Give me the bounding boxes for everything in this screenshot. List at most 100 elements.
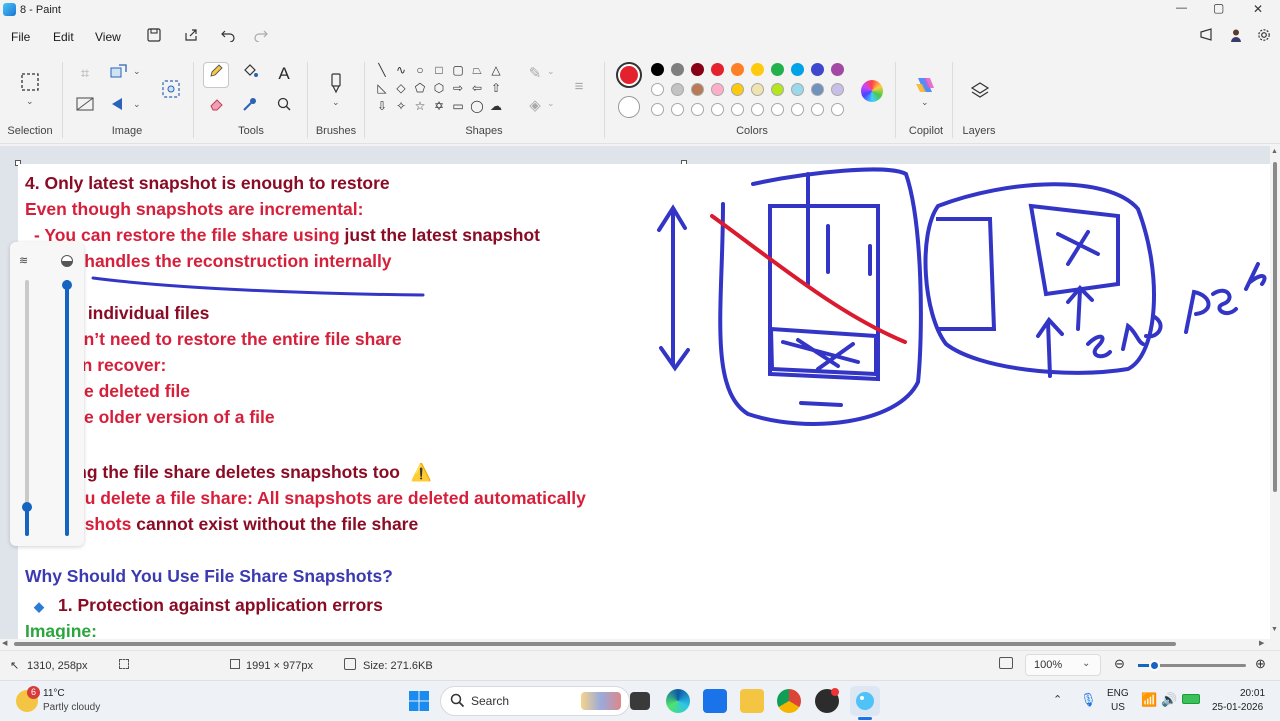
flip-icon[interactable] [108,96,130,118]
edit-colors-wheel-icon[interactable] [861,80,883,102]
color-swatch[interactable] [791,83,804,96]
selection-dropdown-chevron-icon[interactable]: ⌄ [26,96,34,107]
opacity-slider[interactable] [62,280,72,536]
start-windows-icon[interactable] [407,689,431,713]
zoom-slider-thumb[interactable] [1149,660,1160,671]
edge-browser-icon[interactable] [666,689,690,713]
task-view-icon[interactable] [630,692,650,710]
menu-file[interactable]: File [11,30,30,44]
color-swatch[interactable] [831,63,844,76]
callout-oval-shape-icon[interactable]: ◯ [469,98,485,114]
share-icon[interactable] [182,28,200,46]
battery-icon[interactable] [1182,694,1200,704]
maximize-button[interactable]: ▢ [1213,1,1224,15]
layers-icon[interactable] [969,80,991,102]
color-swatch[interactable] [751,63,764,76]
up-arrow-shape-icon[interactable]: ⇧ [488,80,504,96]
down-arrow-shape-icon[interactable]: ⇩ [374,98,390,114]
crop-icon[interactable]: ⌗ [74,63,96,85]
color-swatch[interactable] [731,83,744,96]
minimize-button[interactable]: — [1176,2,1187,14]
color-swatch[interactable] [751,83,764,96]
save-icon[interactable] [145,28,163,46]
drawing-canvas[interactable]: 4. Only latest snapshot is enough to res… [18,164,1270,643]
custom-color-slot[interactable] [731,103,744,116]
chrome-browser-icon[interactable] [777,689,801,713]
eraser-icon[interactable] [206,96,228,118]
rounded-rectangle-shape-icon[interactable]: ▢ [450,62,466,78]
diamond-shape-icon[interactable]: ◇ [393,80,409,96]
brush-icon[interactable] [325,72,347,94]
vertical-scrollbar[interactable]: ▲ ▼ [1270,146,1280,643]
color-swatch[interactable] [691,83,704,96]
wifi-icon[interactable]: 📶 [1141,692,1157,708]
color-swatch[interactable] [811,83,824,96]
file-explorer-icon[interactable] [740,689,764,713]
pentagon-shape-icon[interactable]: ⬠ [412,80,428,96]
scroll-left-arrow-icon[interactable]: ◀ [2,639,7,647]
hexagon-shape-icon[interactable]: ⬡ [431,80,447,96]
undo-icon[interactable] [219,28,237,46]
microphone-icon[interactable]: 🎙 [1080,692,1097,708]
five-point-star-shape-icon[interactable]: ☆ [412,98,428,114]
custom-color-slot[interactable] [691,103,704,116]
fill-dropdown-chevron-icon[interactable]: ⌄ [547,98,555,109]
pencil-icon[interactable] [203,62,229,88]
paint-taskbar-icon[interactable] [850,686,880,716]
rotate-dropdown-chevron-icon[interactable]: ⌄ [133,66,141,77]
microsoft-store-icon[interactable] [703,689,727,713]
brushes-dropdown-chevron-icon[interactable]: ⌄ [332,97,340,108]
magnifier-icon[interactable] [273,96,295,118]
clock-time[interactable]: 20:01 [1240,688,1265,699]
show-hidden-icons-chevron-icon[interactable]: ⌃ [1053,693,1062,706]
settings-gear-icon[interactable] [1255,28,1273,46]
resize-icon[interactable] [108,63,130,85]
taskbar-search[interactable]: Search [440,686,630,716]
oval-shape-icon[interactable]: ○ [412,62,428,78]
volume-icon[interactable]: 🔊 [1161,692,1177,708]
color-swatch[interactable] [771,83,784,96]
color-swatch[interactable] [831,83,844,96]
zoom-slider[interactable] [1138,660,1246,671]
fill-icon[interactable]: ◈ [524,95,546,117]
callout-rect-shape-icon[interactable]: ▭ [450,98,466,114]
fit-to-window-icon[interactable] [999,657,1013,669]
scroll-up-arrow-icon[interactable]: ▲ [1271,148,1278,155]
color-swatch[interactable] [691,63,704,76]
feedback-icon[interactable] [1198,28,1216,46]
text-tool-icon[interactable]: A [273,63,295,85]
rectangle-shape-icon[interactable]: □ [431,62,447,78]
image-select-icon[interactable] [160,79,182,101]
six-point-star-shape-icon[interactable]: ✡ [431,98,447,114]
account-avatar[interactable] [1227,28,1245,46]
scroll-right-arrow-icon[interactable]: ▶ [1259,639,1264,647]
zoom-in-icon[interactable]: ⊕ [1255,656,1266,672]
right-arrow-shape-icon[interactable]: ⇨ [450,80,466,96]
color-palette[interactable] [651,63,851,123]
four-point-star-shape-icon[interactable]: ✧ [393,98,409,114]
color-swatch[interactable] [671,83,684,96]
zoom-select[interactable]: 100% ⌄ [1025,654,1101,676]
outline-icon[interactable]: ✎ [524,63,546,85]
left-arrow-shape-icon[interactable]: ⇦ [469,80,485,96]
menu-edit[interactable]: Edit [53,30,74,44]
flip-dropdown-chevron-icon[interactable]: ⌄ [133,99,141,110]
custom-color-slot[interactable] [751,103,764,116]
custom-color-slot[interactable] [831,103,844,116]
shape-stroke-size-icon[interactable]: ≡ [568,76,590,98]
color-swatch[interactable] [711,63,724,76]
color-swatch[interactable] [771,63,784,76]
horizontal-scrollbar[interactable]: ◀ ▶ [0,639,1270,649]
redo-icon[interactable] [252,28,270,46]
remove-background-icon[interactable] [74,96,96,118]
scroll-down-arrow-icon[interactable]: ▼ [1271,626,1278,633]
triangle-shape-icon[interactable]: △ [488,62,504,78]
color-picker-icon[interactable] [239,96,261,118]
custom-color-slot[interactable] [791,103,804,116]
close-button[interactable]: ✕ [1253,2,1263,16]
line-shape-icon[interactable]: ╲ [374,62,390,78]
polygon-shape-icon[interactable]: ⏢ [469,62,485,78]
color-swatch[interactable] [651,83,664,96]
brush-size-slider-thumb[interactable] [22,502,32,512]
curve-shape-icon[interactable]: ∿ [393,62,409,78]
